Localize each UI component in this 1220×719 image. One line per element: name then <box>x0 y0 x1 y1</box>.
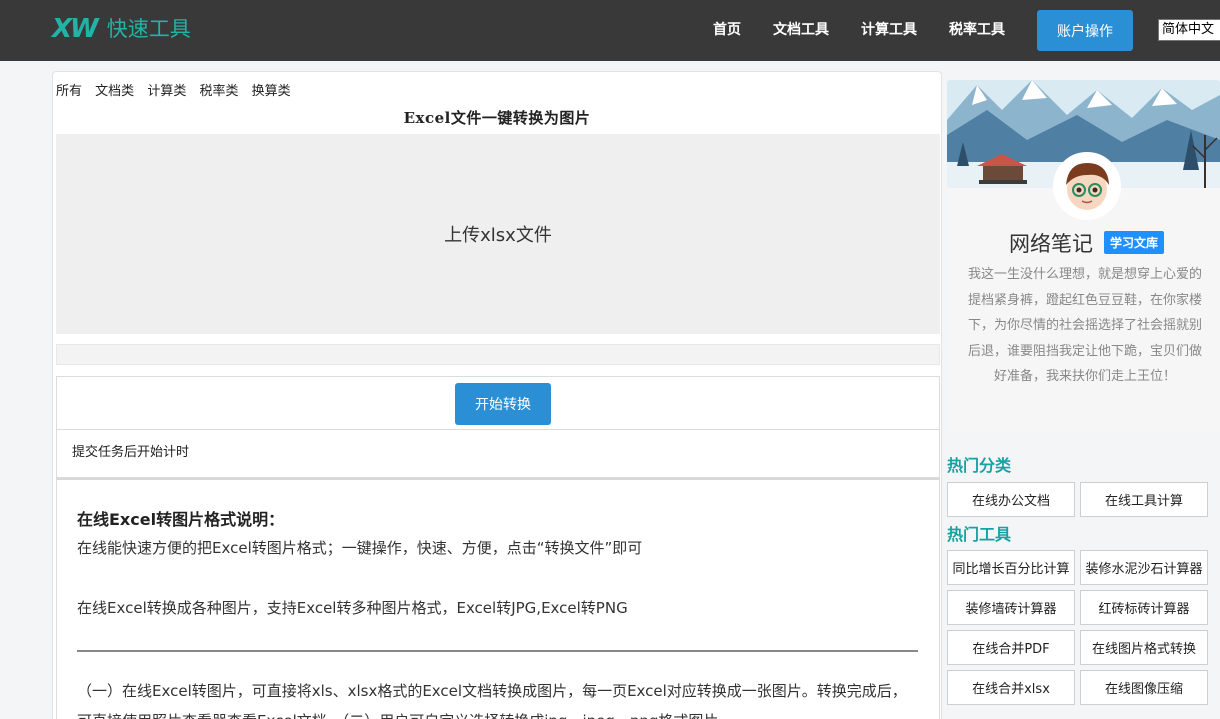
category-calculation[interactable]: 计算类 <box>147 84 186 99</box>
logo-text: 快速工具 <box>106 17 191 41</box>
category-tax[interactable]: 税率类 <box>199 84 238 99</box>
upload-label: 上传xlsx文件 <box>444 225 552 246</box>
timer-status: 提交任务后开始计时 <box>56 430 940 478</box>
hot-tool-red-brick[interactable]: 红砖标砖计算器 <box>1080 590 1208 625</box>
progress-bar <box>56 344 940 365</box>
hot-tool-yoy-growth[interactable]: 同比增长百分比计算 <box>947 550 1075 585</box>
description-section: 在线Excel转图片格式说明： 在线能快速方便的把Excel转图片格式；一键操作… <box>56 478 940 719</box>
nav-home[interactable]: 首页 <box>713 20 741 40</box>
logo-mark: XW <box>52 14 99 44</box>
avatar-illustration <box>1056 155 1118 217</box>
profile-card: 网络笔记 学习文库 我这一生没什么理想，就是想穿上心爱的提档紧身裤，蹬起红色豆豆… <box>947 80 1220 432</box>
description-heading: 在线Excel转图片格式说明： <box>77 510 285 529</box>
category-conversion[interactable]: 换算类 <box>252 84 291 99</box>
hot-categories-title: 热门分类 <box>947 456 1012 475</box>
description-line-1: 在线能快速方便的把Excel转图片格式；一键操作，快速、方便，点击“转换文件”即… <box>77 539 643 557</box>
profile-bio: 我这一生没什么理想，就是想穿上心爱的提档紧身裤，蹬起红色豆豆鞋，在你家楼下，为你… <box>967 267 1202 384</box>
category-all[interactable]: 所有 <box>56 84 82 99</box>
nav-document-tools[interactable]: 文档工具 <box>773 20 829 40</box>
tool-panel: 所有 文档类 计算类 税率类 换算类 Excel文件一键转换为图片 上传xlsx… <box>52 71 942 719</box>
divider <box>77 650 918 652</box>
tool-title: Excel文件一键转换为图片 <box>403 109 591 127</box>
profile-name: 网络笔记 <box>1009 232 1093 256</box>
hot-category-tool-calc[interactable]: 在线工具计算 <box>1080 482 1208 517</box>
upload-dropzone[interactable]: 上传xlsx文件 <box>56 134 940 334</box>
site-logo[interactable]: XW 快速工具 <box>52 14 191 44</box>
hot-tool-image-compress[interactable]: 在线图像压缩 <box>1080 670 1208 705</box>
account-button[interactable]: 账户操作 <box>1037 10 1133 51</box>
avatar[interactable] <box>1053 152 1121 220</box>
hot-tool-merge-pdf[interactable]: 在线合并PDF <box>947 630 1075 665</box>
description-details: （一）在线Excel转图片，可直接将xls、xlsx格式的Excel文档转换成图… <box>77 682 907 719</box>
category-filter: 所有 文档类 计算类 税率类 换算类 <box>56 80 300 99</box>
nav-tax-tools[interactable]: 税率工具 <box>949 20 1005 40</box>
hot-tool-merge-xlsx[interactable]: 在线合并xlsx <box>947 670 1075 705</box>
action-box: 开始转换 <box>56 376 940 430</box>
top-navbar: XW 快速工具 首页 文档工具 计算工具 税率工具 账户操作 简体中文 <box>0 0 1220 61</box>
hot-tool-cement-sand[interactable]: 装修水泥沙石计算器 <box>1080 550 1208 585</box>
start-convert-button[interactable]: 开始转换 <box>455 383 551 425</box>
hot-tool-image-format[interactable]: 在线图片格式转换 <box>1080 630 1208 665</box>
profile-tag-badge[interactable]: 学习文库 <box>1104 231 1165 254</box>
category-documents[interactable]: 文档类 <box>95 84 134 99</box>
hot-category-office-docs[interactable]: 在线办公文档 <box>947 482 1075 517</box>
hot-tools-title: 热门工具 <box>947 525 1012 544</box>
nav-calculation-tools[interactable]: 计算工具 <box>861 20 917 40</box>
hot-tool-wall-tile[interactable]: 装修墙砖计算器 <box>947 590 1075 625</box>
description-line-2: 在线Excel转换成各种图片，支持Excel转多种图片格式，Excel转JPG,… <box>77 599 628 617</box>
language-select[interactable]: 简体中文 <box>1158 19 1220 41</box>
